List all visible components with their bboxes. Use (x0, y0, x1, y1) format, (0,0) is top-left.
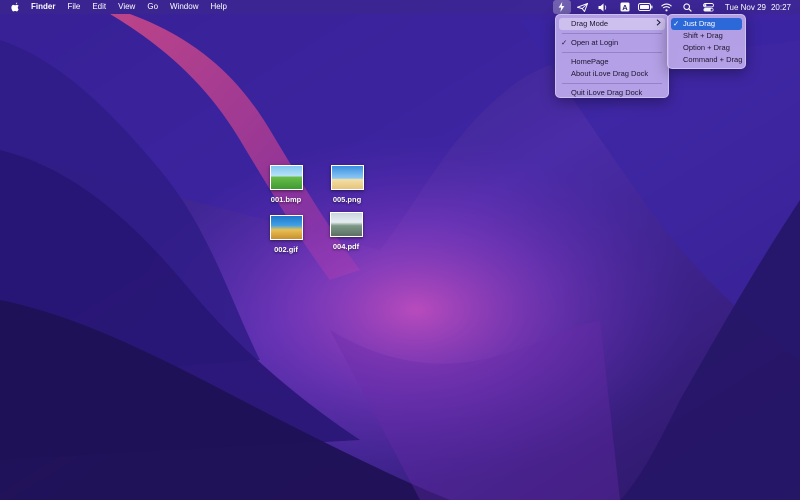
checkmark-icon: ✓ (673, 19, 680, 28)
submenu-item-just-drag[interactable]: ✓ Just Drag (671, 18, 742, 30)
menu-finder[interactable]: Finder (31, 0, 55, 14)
file-name: 005.png (332, 195, 362, 204)
just-drag-label: Just Drag (683, 19, 716, 28)
open-at-login-label: Open at Login (571, 38, 619, 47)
desktop-file-002-gif[interactable]: 002.gif (261, 215, 311, 254)
file-name: 001.bmp (270, 195, 302, 204)
speaker-icon[interactable] (595, 0, 613, 14)
command-drag-label: Command + Drag (683, 55, 743, 64)
ilove-drag-dock-menu: Drag Mode ✓ Open at Login HomePage About… (555, 14, 669, 98)
menu-separator (562, 83, 662, 84)
menu-separator (562, 52, 662, 53)
clock-time: 20:27 (770, 2, 791, 12)
menu-item-about[interactable]: About iLove Drag Dock (559, 68, 665, 80)
file-name: 002.gif (274, 245, 298, 254)
menu-item-drag-mode[interactable]: Drag Mode (559, 18, 665, 30)
menu-item-quit[interactable]: Quit iLove Drag Dock (559, 87, 665, 99)
desktop-wallpaper (0, 0, 800, 500)
menubar-clock[interactable]: Tue Nov 29 20:27 (725, 3, 791, 12)
input-source-icon[interactable]: A (616, 0, 634, 14)
menu-separator (562, 33, 662, 34)
wifi-icon[interactable] (658, 0, 676, 14)
submenu-item-command-drag[interactable]: Command + Drag (671, 54, 742, 66)
submenu-item-option-drag[interactable]: Option + Drag (671, 42, 742, 54)
shift-drag-label: Shift + Drag (683, 31, 723, 40)
menu-edit[interactable]: Edit (92, 0, 106, 14)
clock-date: Tue Nov 29 (724, 2, 766, 12)
option-drag-label: Option + Drag (683, 43, 730, 52)
drag-mode-label: Drag Mode (571, 19, 609, 28)
image-thumbnail (330, 165, 364, 190)
menu-window[interactable]: Window (170, 0, 198, 14)
desktop-file-001-bmp[interactable]: 001.bmp (261, 165, 311, 204)
status-area: A Tue Nov 29 20:27 (550, 0, 800, 14)
desktop-file-005-png[interactable]: 005.png (322, 165, 372, 204)
pdf-thumbnail (329, 212, 363, 237)
desktop-file-004-pdf[interactable]: 004.pdf (321, 212, 371, 251)
battery-icon[interactable] (637, 0, 655, 14)
quit-label: Quit iLove Drag Dock (571, 88, 643, 97)
menu-bar: Finder File Edit View Go Window Help A T… (0, 0, 800, 14)
file-name: 004.pdf (332, 242, 360, 251)
menu-go[interactable]: Go (147, 0, 158, 14)
drag-mode-submenu: ✓ Just Drag Shift + Drag Option + Drag C… (667, 14, 746, 69)
image-thumbnail (269, 165, 303, 190)
checkmark-icon: ✓ (561, 38, 568, 47)
search-icon[interactable] (679, 0, 697, 14)
menu-item-homepage[interactable]: HomePage (559, 56, 665, 68)
menu-help[interactable]: Help (210, 0, 226, 14)
paper-plane-icon[interactable] (574, 0, 592, 14)
lightning-icon[interactable] (552, 0, 571, 14)
chevron-right-icon (656, 18, 661, 30)
menu-file[interactable]: File (67, 0, 80, 14)
image-thumbnail (269, 215, 303, 240)
menu-item-open-at-login[interactable]: ✓ Open at Login (559, 37, 665, 49)
about-label: About iLove Drag Dock (571, 69, 649, 78)
input-source-letter: A (622, 3, 628, 12)
submenu-item-shift-drag[interactable]: Shift + Drag (671, 30, 742, 42)
menu-view[interactable]: View (118, 0, 135, 14)
control-center-icon[interactable] (700, 0, 718, 14)
homepage-label: HomePage (571, 57, 609, 66)
apple-icon[interactable] (11, 2, 21, 12)
